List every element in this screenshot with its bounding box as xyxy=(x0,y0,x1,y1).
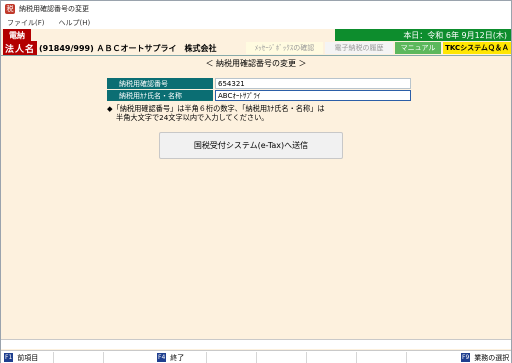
menu-help[interactable]: ヘルプ(H) xyxy=(59,18,91,28)
f3-key[interactable] xyxy=(103,352,153,363)
f1-key-cap: F1 xyxy=(4,353,14,362)
dennou-badge: 電納 xyxy=(3,29,31,41)
f6-key[interactable] xyxy=(256,352,306,363)
confirm-number-row: 納税用確認番号 654321 xyxy=(107,78,411,89)
send-etax-button[interactable]: 国税受付システム(e-Tax)へ送信 xyxy=(159,132,343,159)
function-key-bar: F1 前項目 F4 終了 F9 業務の選択 xyxy=(1,350,511,363)
f4-key-cap: F4 xyxy=(157,353,167,362)
manual-button[interactable]: マニュアル xyxy=(395,42,441,54)
payment-history-button[interactable]: 電子納税の履歴 xyxy=(325,42,393,54)
kana-name-row: 納税用ｶﾅ氏名・名称 ABCｵｰﾄｻﾌﾟﾗｲ xyxy=(107,90,411,101)
f4-key-label: 終了 xyxy=(170,353,185,362)
f1-key[interactable]: F1 前項目 xyxy=(4,352,38,363)
f9-key-label: 業務の選択 xyxy=(474,353,510,362)
f8-key[interactable] xyxy=(356,352,406,363)
confirm-number-input[interactable]: 654321 xyxy=(215,78,411,89)
kana-name-input[interactable]: ABCｵｰﾄｻﾌﾟﾗｲ xyxy=(215,90,411,101)
f9-key[interactable]: F9 業務の選択 xyxy=(461,352,509,363)
status-bar xyxy=(1,339,511,349)
app-window: 税 納税用確認番号の変更 ファイル(F) ヘルプ(H) 電納 本日：令和 6年 … xyxy=(0,0,512,363)
f8b-key[interactable] xyxy=(406,352,458,363)
f5-key[interactable] xyxy=(206,352,256,363)
f7-key[interactable] xyxy=(306,352,356,363)
f2-key[interactable] xyxy=(53,352,103,363)
f1-key-label: 前項目 xyxy=(17,353,39,362)
input-note: ◆「納税用確認番号」は半角６桁の数字、「納税用ｶﾅ氏名・名称」は 半角大文字で2… xyxy=(107,104,407,122)
window-title: 納税用確認番号の変更 xyxy=(19,4,89,13)
header-divider xyxy=(1,55,511,56)
header-row-1: 電納 本日：令和 6年 9月12日(木) xyxy=(1,29,511,41)
corp-label: 法人名 xyxy=(3,41,37,55)
title-bar: 税 納税用確認番号の変更 xyxy=(1,1,511,16)
screen-title: ＜ 納税用確認番号の変更 ＞ xyxy=(205,59,307,68)
header-row-2: 法人名 (91849/999) ＡＢＣオートサプライ 株式会社 ﾒｯｾｰｼﾞﾎﾞ… xyxy=(1,41,511,55)
menu-file[interactable]: ファイル(F) xyxy=(7,18,45,28)
f9-key-cap: F9 xyxy=(461,353,471,362)
tkc-qa-button[interactable]: TKCシステムＱ＆Ａ xyxy=(443,42,511,54)
menu-bar: ファイル(F) ヘルプ(H) xyxy=(1,16,511,29)
today-date: 本日：令和 6年 9月12日(木) xyxy=(335,29,511,41)
header-spacer xyxy=(33,29,335,41)
message-box-button[interactable]: ﾒｯｾｰｼﾞﾎﾞｯｸｽの確認 xyxy=(246,42,323,54)
confirm-number-label: 納税用確認番号 xyxy=(107,78,213,89)
note-line-1: ◆「納税用確認番号」は半角６桁の数字、「納税用ｶﾅ氏名・名称」は xyxy=(107,104,325,113)
f4-key[interactable]: F4 終了 xyxy=(157,352,184,363)
app-icon: 税 xyxy=(5,3,15,14)
note-line-2: 半角大文字で24文字以内で入力してください。 xyxy=(116,113,269,122)
kana-name-label: 納税用ｶﾅ氏名・名称 xyxy=(107,90,213,101)
corp-name: (91849/999) ＡＢＣオートサプライ 株式会社 xyxy=(39,43,217,53)
